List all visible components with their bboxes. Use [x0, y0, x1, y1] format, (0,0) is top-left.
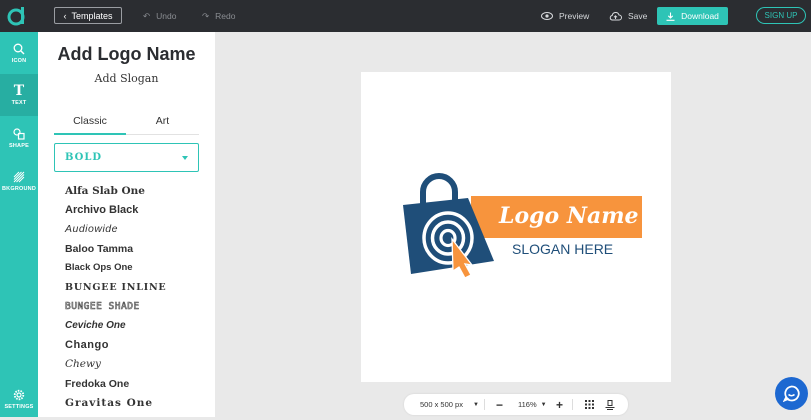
divider [572, 399, 573, 410]
zoom-label: 116% [518, 400, 537, 409]
left-rail: ICON T TEXT SHAPE BKGROUND SETTINGS [0, 32, 38, 417]
canvas-area: Logo Name SLOGAN HERE [215, 32, 811, 417]
eye-icon [541, 12, 553, 20]
logo-preview[interactable]: Logo Name SLOGAN HERE [361, 72, 671, 382]
save-label: Save [628, 11, 648, 21]
grid-icon [585, 400, 594, 409]
font-item[interactable]: Audiowide [65, 220, 205, 239]
rail-item-text[interactable]: T TEXT [0, 74, 38, 116]
font-category-value: BOLD [65, 152, 103, 163]
cloud-upload-icon [609, 11, 622, 20]
font-item[interactable]: BUNGEE INLINE [65, 277, 205, 296]
text-panel: Add Logo Name Add Slogan Classic Art BOL… [38, 32, 215, 417]
logo-slogan-text: SLOGAN HERE [512, 241, 613, 257]
text-icon: T [13, 82, 25, 99]
caret-down-icon: ▼ [472, 401, 479, 408]
canvas-bottom-bar: 500 x 500 px ▼ − 116% ▼ + [404, 394, 628, 415]
font-item[interactable]: Chango [65, 335, 205, 354]
font-item[interactable]: Baloo Tamma [65, 239, 205, 258]
caret-down-icon: ▼ [540, 401, 547, 408]
canvas-size-label: 500 x 500 px [420, 400, 463, 409]
zoom-in-button[interactable]: + [556, 394, 563, 415]
undo-button[interactable]: ↶ Undo [143, 8, 176, 24]
divider [484, 399, 485, 410]
download-icon [666, 12, 675, 21]
font-item[interactable]: Alfa Slab One [65, 181, 205, 200]
redo-icon: ↷ [202, 10, 210, 21]
rail-label-settings: SETTINGS [4, 403, 34, 410]
templates-label: Templates [71, 10, 113, 21]
save-button[interactable]: Save [609, 8, 647, 24]
rail-item-shape[interactable]: SHAPE [0, 117, 38, 159]
preview-label: Preview [559, 11, 590, 21]
logo-artboard[interactable]: Logo Name SLOGAN HERE [361, 72, 671, 382]
rail-label-text: TEXT [11, 99, 27, 106]
undo-label: Undo [156, 11, 177, 21]
chevron-left-icon: ‹ [63, 10, 67, 21]
templates-button[interactable]: ‹ Templates [54, 7, 122, 24]
rail-label-background: BKGROUND [2, 185, 36, 192]
plus-icon: + [556, 397, 564, 412]
rail-item-icon[interactable]: ICON [0, 32, 38, 74]
background-icon [13, 171, 25, 182]
app-logo-icon[interactable] [6, 5, 28, 27]
rail-label-shape: SHAPE [9, 142, 29, 149]
minus-icon: − [496, 397, 504, 412]
align-button[interactable] [605, 394, 615, 415]
slogan-input[interactable]: Add Slogan [38, 72, 215, 85]
logo-name-text: Logo Name [498, 203, 639, 229]
tab-art[interactable]: Art [126, 115, 199, 135]
font-list: Alfa Slab One Archivo Black Audiowide Ba… [65, 181, 205, 413]
rail-item-settings[interactable]: SETTINGS [0, 378, 38, 420]
font-item[interactable]: Black Ops One [65, 258, 205, 277]
rail-item-background[interactable]: BKGROUND [0, 160, 38, 202]
download-label: Download [681, 11, 719, 21]
undo-icon: ↶ [143, 10, 151, 21]
font-item[interactable]: Fredoka One [65, 374, 205, 393]
font-tabs: Classic Art [54, 115, 199, 135]
align-icon [605, 399, 615, 410]
font-category-select[interactable]: BOLD [54, 143, 199, 172]
tab-classic[interactable]: Classic [54, 115, 126, 135]
search-icon [13, 43, 25, 54]
font-item[interactable]: BUNGEE SHADE [65, 297, 205, 316]
gear-icon [13, 389, 25, 400]
chat-button[interactable] [775, 377, 808, 410]
chevron-down-icon [182, 155, 188, 160]
font-item[interactable]: Chewy [65, 355, 205, 374]
font-item[interactable]: Gravitas One [65, 393, 205, 412]
redo-button[interactable]: ↷ Redo [202, 8, 235, 24]
grid-toggle-button[interactable] [585, 394, 594, 415]
zoom-select[interactable]: 116% ▼ [518, 394, 547, 415]
font-item[interactable]: Archivo Black [65, 200, 205, 219]
logo-name-input[interactable]: Add Logo Name [38, 44, 215, 65]
preview-button[interactable]: Preview [541, 8, 589, 24]
chat-icon [783, 385, 800, 402]
redo-label: Redo [215, 11, 236, 21]
rail-label-icon: ICON [11, 57, 27, 64]
signup-button[interactable]: SIGN UP [756, 7, 806, 24]
font-item[interactable]: Ceviche One [65, 316, 205, 335]
top-toolbar: ‹ Templates ↶ Undo ↷ Redo Preview Save D… [0, 0, 811, 32]
download-button[interactable]: Download [657, 7, 728, 25]
canvas-size-select[interactable]: 500 x 500 px ▼ [420, 394, 479, 415]
shapes-icon [13, 127, 25, 140]
zoom-out-button[interactable]: − [496, 394, 503, 415]
